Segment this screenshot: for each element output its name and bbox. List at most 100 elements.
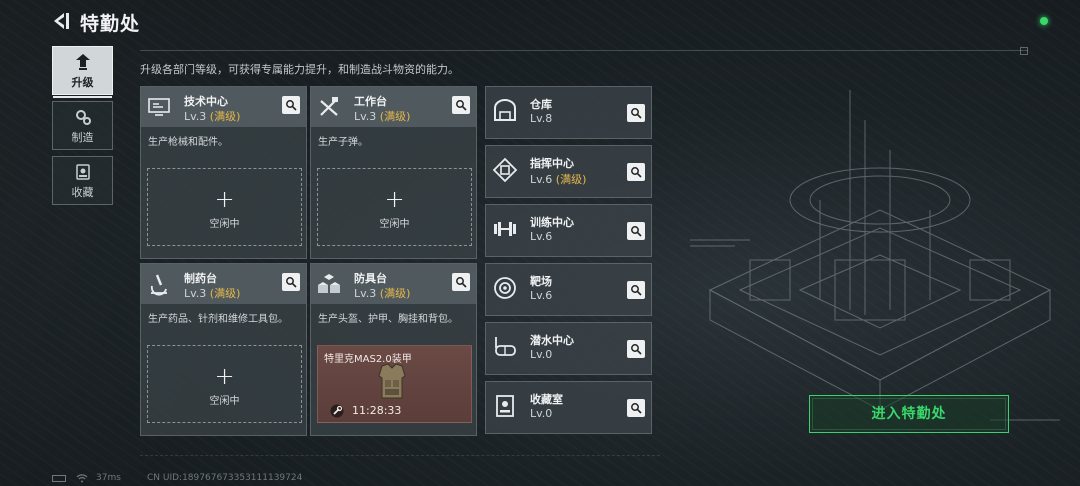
facility-name: 工作台 bbox=[354, 95, 387, 108]
collection-icon bbox=[75, 164, 90, 180]
plus-icon: + bbox=[214, 362, 235, 390]
inspect-button[interactable] bbox=[627, 281, 645, 299]
inspect-button[interactable] bbox=[627, 163, 645, 181]
wrench-icon bbox=[330, 404, 344, 418]
online-status-dot bbox=[1040, 17, 1048, 25]
facility-card-pharmacy[interactable]: 制药台 Lv.3 (满级) 生产药品、针剂和维修工具包。 + 空闲中 bbox=[140, 263, 307, 436]
facility-description: 生产子弹。 bbox=[318, 137, 368, 148]
decorative-divider bbox=[140, 455, 660, 463]
page-title: 特勤处 bbox=[80, 13, 141, 35]
facility-name: 防具台 bbox=[354, 272, 387, 285]
tab-craft[interactable]: 制造 bbox=[52, 101, 113, 150]
upgrade-icon bbox=[75, 54, 90, 70]
facility-level: Lv.6 (满级) bbox=[530, 173, 587, 186]
inspect-button[interactable] bbox=[452, 273, 470, 291]
tab-label: 制造 bbox=[71, 131, 94, 144]
inspect-button[interactable] bbox=[627, 399, 645, 417]
ping-readout: 37ms bbox=[96, 473, 121, 483]
facility-row-shooting-range[interactable]: 靶场 Lv.6 bbox=[485, 263, 652, 316]
facility-level: Lv.3 (满级) bbox=[354, 287, 411, 300]
facility-card-armor-bench[interactable]: 防具台 Lv.3 (满级) 生产头盔、护甲、胸挂和背包。 特里克MAS2.0装甲… bbox=[310, 263, 477, 436]
card-header: 防具台 Lv.3 (满级) bbox=[311, 264, 476, 304]
armor-vest-image bbox=[378, 363, 406, 399]
crafting-timer: 11:28:33 bbox=[352, 404, 402, 417]
facility-name: 指挥中心 bbox=[530, 157, 574, 170]
inspect-button[interactable] bbox=[627, 340, 645, 358]
facility-card-tech-center[interactable]: 技术中心 Lv.3 (满级) 生产枪械和配件。 + 空闲中 bbox=[140, 86, 307, 259]
facility-level: Lv.6 bbox=[530, 289, 553, 302]
plus-icon: + bbox=[214, 185, 235, 213]
facility-row-warehouse[interactable]: 仓库 Lv.8 bbox=[485, 86, 652, 139]
slot-status: 空闲中 bbox=[209, 396, 240, 407]
tab-label: 收藏 bbox=[71, 186, 94, 199]
wifi-icon bbox=[76, 474, 88, 483]
facility-level: Lv.0 bbox=[530, 407, 553, 420]
search-icon bbox=[286, 277, 297, 288]
facility-name: 靶场 bbox=[530, 275, 552, 288]
search-icon bbox=[456, 277, 467, 288]
facility-name: 潜水中心 bbox=[530, 334, 574, 347]
facility-description: 生产药品、针剂和维修工具包。 bbox=[148, 314, 288, 325]
user-uid: CN UID:189767673353111139724 bbox=[147, 473, 303, 483]
inspect-button[interactable] bbox=[282, 96, 300, 114]
search-icon bbox=[631, 108, 642, 119]
facility-level: Lv.0 bbox=[530, 348, 553, 361]
facility-level: Lv.3 (满级) bbox=[184, 287, 241, 300]
boxes-icon bbox=[318, 274, 340, 293]
header-divider bbox=[140, 47, 1028, 55]
search-icon bbox=[456, 100, 467, 111]
tab-label: 升级 bbox=[71, 76, 94, 89]
card-header: 技术中心 Lv.3 (满级) bbox=[141, 87, 306, 127]
search-icon bbox=[631, 344, 642, 355]
back-arrow-icon bbox=[54, 13, 69, 29]
production-slot-empty[interactable]: + 空闲中 bbox=[147, 168, 302, 246]
facility-description: 生产头盔、护甲、胸挂和背包。 bbox=[318, 314, 458, 325]
card-header: 制药台 Lv.3 (满级) bbox=[141, 264, 306, 304]
facility-card-workbench[interactable]: 工作台 Lv.3 (满级) 生产子弹。 + 空闲中 bbox=[310, 86, 477, 259]
inspect-button[interactable] bbox=[627, 104, 645, 122]
facility-level: Lv.6 bbox=[530, 230, 553, 243]
production-slot-empty[interactable]: + 空闲中 bbox=[147, 345, 302, 423]
production-slot-active[interactable]: 特里克MAS2.0装甲 11:28:33 bbox=[317, 345, 472, 423]
search-icon bbox=[631, 226, 642, 237]
inspect-button[interactable] bbox=[282, 273, 300, 291]
facility-row-command-center[interactable]: 指挥中心 Lv.6 (满级) bbox=[485, 145, 652, 198]
slot-status: 空闲中 bbox=[209, 219, 240, 230]
inspect-button[interactable] bbox=[627, 222, 645, 240]
target-icon bbox=[494, 277, 516, 299]
warehouse-icon bbox=[494, 99, 516, 121]
slot-status: 空闲中 bbox=[379, 219, 410, 230]
dumbbell-icon bbox=[494, 222, 516, 236]
facility-level: Lv.3 (满级) bbox=[184, 110, 241, 123]
inspect-button[interactable] bbox=[452, 96, 470, 114]
battery-icon bbox=[52, 475, 66, 482]
facility-name: 训练中心 bbox=[530, 216, 574, 229]
back-button[interactable] bbox=[50, 10, 72, 32]
search-icon bbox=[286, 100, 297, 111]
microscope-icon bbox=[150, 274, 167, 296]
card-header: 工作台 Lv.3 (满级) bbox=[311, 87, 476, 127]
tab-collection[interactable]: 收藏 bbox=[52, 156, 113, 205]
facility-name: 技术中心 bbox=[184, 95, 228, 108]
facility-row-diving-center[interactable]: 潜水中心 Lv.0 bbox=[485, 322, 652, 375]
search-icon bbox=[631, 285, 642, 296]
chip-icon bbox=[492, 157, 518, 183]
tab-upgrade[interactable]: 升级 bbox=[52, 46, 113, 98]
facility-description: 生产枪械和配件。 bbox=[148, 137, 228, 148]
search-icon bbox=[631, 403, 642, 414]
gears-icon bbox=[75, 110, 91, 125]
facility-level: Lv.8 bbox=[530, 112, 553, 125]
facility-name: 收藏室 bbox=[530, 393, 563, 406]
production-slot-empty[interactable]: + 空闲中 bbox=[317, 168, 472, 246]
facility-row-training-center[interactable]: 训练中心 Lv.6 bbox=[485, 204, 652, 257]
facility-name: 仓库 bbox=[530, 98, 552, 111]
tools-icon bbox=[320, 97, 338, 116]
facility-name: 制药台 bbox=[184, 272, 217, 285]
facility-row-collection-room[interactable]: 收藏室 Lv.0 bbox=[485, 381, 652, 434]
enter-facility-button[interactable]: 进入特勤处 bbox=[809, 395, 1009, 433]
display-case-icon bbox=[496, 395, 514, 417]
monitor-icon bbox=[148, 98, 170, 116]
search-icon bbox=[631, 167, 642, 178]
page-subtitle: 升级各部门等级，可获得专属能力提升，和制造战斗物资的能力。 bbox=[140, 63, 459, 76]
plus-icon: + bbox=[384, 185, 405, 213]
